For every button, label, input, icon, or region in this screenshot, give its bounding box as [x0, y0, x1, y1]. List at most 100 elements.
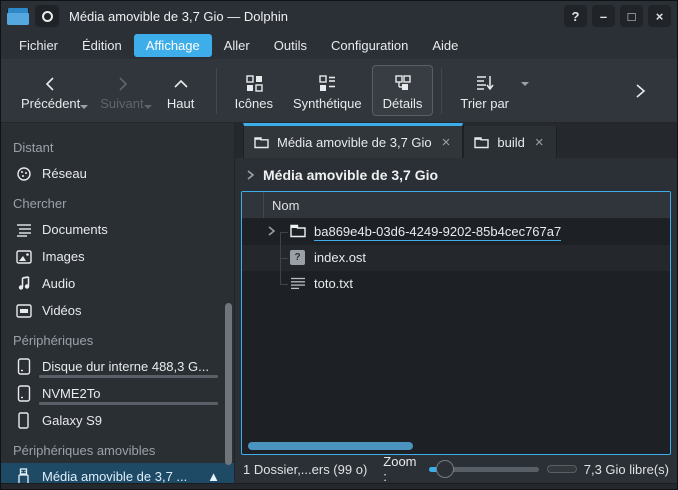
close-button[interactable]: ×	[648, 5, 671, 27]
free-space-capacity-bar	[547, 465, 577, 473]
back-menu-caret-icon	[80, 105, 88, 109]
sidebar-item-nvme2to[interactable]: NVME2To	[1, 380, 234, 407]
window-bottom-edge	[1, 483, 677, 489]
sidebar-item-label: Audio	[42, 276, 75, 291]
documents-icon	[15, 223, 32, 237]
tab-close-icon[interactable]: ×	[533, 134, 546, 151]
toolbar-separator	[441, 68, 442, 114]
menubar: Fichier Édition Affichage Aller Outils C…	[1, 31, 677, 59]
section-header-distant: Distant	[1, 131, 234, 160]
sidebar-item-documents[interactable]: Documents	[1, 216, 234, 243]
up-button[interactable]: Haut	[154, 66, 208, 115]
sidebar-item-label: Images	[42, 249, 85, 264]
phone-icon	[15, 412, 32, 429]
window-title: Média amovible de 3,7 Gio — Dolphin	[69, 9, 288, 24]
hard-drive-icon	[15, 385, 32, 402]
titlebar[interactable]: Média amovible de 3,7 Gio — Dolphin ? – …	[1, 1, 677, 31]
view-icons-button[interactable]: Icônes	[225, 66, 283, 115]
file-name[interactable]: index.ost	[314, 250, 366, 265]
zoom-label: Zoom :	[383, 454, 423, 484]
tab-label: build	[497, 135, 524, 150]
section-header-peripheriques-amovibles: Périphériques amovibles	[1, 434, 234, 463]
zoom-slider[interactable]	[429, 459, 539, 479]
view-details-label: Détails	[383, 96, 423, 111]
toolbar-overflow-button[interactable]	[613, 77, 667, 105]
tab-media-amovible[interactable]: Média amovible de 3,7 Gio ×	[243, 123, 463, 158]
view-icons-label: Icônes	[235, 96, 273, 111]
dolphin-folder-app-icon	[7, 8, 29, 25]
capacity-bar	[39, 375, 218, 378]
places-panel: Distant Réseau Chercher	[1, 123, 235, 483]
audio-note-icon	[15, 276, 32, 291]
file-name[interactable]: ba869e4b-03d6-4249-9202-85b4cec767a7	[314, 224, 561, 241]
column-header-spacer	[242, 192, 264, 218]
back-label: Précédent	[21, 96, 80, 111]
breadcrumb[interactable]: Média amovible de 3,7 Gio	[235, 158, 677, 191]
expand-chevron-icon[interactable]	[266, 224, 276, 238]
menu-configuration[interactable]: Configuration	[319, 34, 420, 57]
icons-view-icon	[245, 70, 263, 92]
status-bar: 1 Dossier,...ers (99 o) Zoom : 7,3 Gio l…	[235, 455, 677, 483]
sidebar-item-galaxy-s9[interactable]: Galaxy S9	[1, 407, 234, 434]
chevron-right-icon	[245, 169, 255, 181]
breadcrumb-location[interactable]: Média amovible de 3,7 Gio	[263, 167, 438, 183]
file-row-folder[interactable]: ba869e4b-03d6-4249-9202-85b4cec767a7	[242, 219, 670, 245]
compact-view-icon	[318, 70, 336, 92]
menu-fichier[interactable]: Fichier	[7, 34, 70, 57]
toolbar-separator	[216, 68, 217, 114]
horizontal-scrollbar[interactable]	[248, 442, 413, 450]
menu-edition[interactable]: Édition	[70, 34, 134, 57]
usb-stick-icon	[15, 468, 32, 483]
sidebar-item-disque-interne[interactable]: Disque dur interne 488,3 G...	[1, 353, 234, 380]
tab-bar: Média amovible de 3,7 Gio × build ×	[235, 123, 677, 158]
sidebar-item-label: Disque dur interne 488,3 G...	[42, 359, 209, 374]
forward-button[interactable]: Suivant	[90, 66, 153, 115]
sidebar-item-audio[interactable]: Audio	[1, 270, 234, 297]
images-icon	[15, 250, 32, 264]
column-header-row: Nom	[242, 192, 670, 219]
file-name[interactable]: toto.txt	[314, 276, 353, 291]
details-view-icon	[394, 70, 412, 92]
toolbar: Précédent Suivant Haut	[1, 59, 677, 123]
window-badge-icon[interactable]	[35, 5, 59, 27]
back-button[interactable]: Précédent	[11, 66, 90, 115]
forward-label: Suivant	[100, 96, 143, 111]
sort-by-button[interactable]: Trier par	[450, 66, 519, 115]
column-header-nom[interactable]: Nom	[264, 198, 299, 213]
text-file-icon	[290, 276, 306, 290]
view-compact-label: Synthétique	[293, 96, 362, 111]
eject-icon[interactable]: ▲	[207, 469, 226, 483]
menu-outils[interactable]: Outils	[262, 34, 319, 57]
menu-affichage[interactable]: Affichage	[134, 34, 212, 57]
folder-icon	[474, 136, 489, 149]
minimize-button[interactable]: –	[592, 5, 615, 27]
sidebar-scrollbar[interactable]	[225, 303, 232, 465]
sidebar-item-media-amovible[interactable]: Média amovible de 3,7 ... ▲	[1, 463, 234, 483]
free-space-label: 7,3 Gio libre(s)	[584, 462, 669, 477]
chevron-right-icon	[633, 83, 647, 99]
zoom-slider-handle[interactable]	[436, 460, 454, 478]
menu-aide[interactable]: Aide	[420, 34, 470, 57]
maximize-button[interactable]: □	[620, 5, 643, 27]
sort-by-label: Trier par	[460, 96, 509, 111]
file-row-toto-txt[interactable]: toto.txt	[242, 271, 670, 297]
help-button[interactable]: ?	[564, 5, 587, 27]
chevron-up-icon	[173, 70, 189, 92]
sidebar-item-reseau[interactable]: Réseau	[1, 160, 234, 187]
menu-aller[interactable]: Aller	[212, 34, 262, 57]
sidebar-item-label: Documents	[42, 222, 108, 237]
hard-drive-icon	[15, 358, 32, 375]
tab-build[interactable]: build ×	[463, 126, 556, 158]
view-compact-button[interactable]: Synthétique	[283, 66, 372, 115]
sort-menu-caret-icon[interactable]	[521, 82, 529, 86]
tab-close-icon[interactable]: ×	[440, 134, 453, 151]
up-label: Haut	[167, 96, 194, 111]
sidebar-item-label: NVME2To	[42, 386, 101, 401]
sidebar-item-images[interactable]: Images	[1, 243, 234, 270]
file-row-index-ost[interactable]: ? index.ost	[242, 245, 670, 271]
sidebar-item-label: Galaxy S9	[42, 413, 102, 428]
capacity-bar	[39, 402, 218, 405]
view-details-button[interactable]: Détails	[372, 65, 434, 116]
sidebar-item-videos[interactable]: Vidéos	[1, 297, 234, 324]
file-view[interactable]: Nom ba869e4b-03d6-4249-9202-85b4ce	[241, 191, 671, 455]
